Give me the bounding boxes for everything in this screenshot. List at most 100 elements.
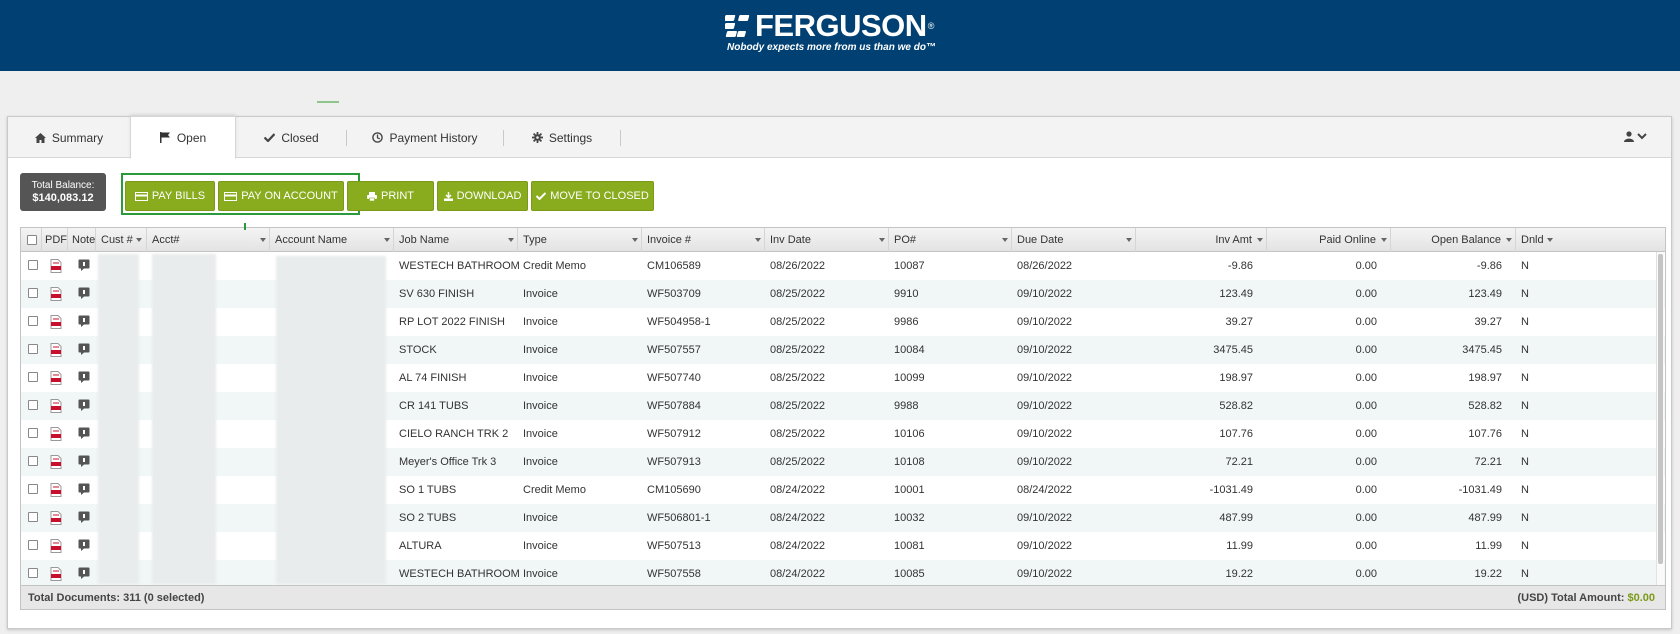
- column-header-inv-date[interactable]: Inv Date: [765, 228, 889, 252]
- user-icon: [1624, 131, 1634, 142]
- pdf-icon[interactable]: [50, 455, 62, 469]
- row-checkbox[interactable]: [28, 316, 38, 326]
- vertical-scrollbar[interactable]: [1656, 252, 1664, 585]
- column-header-account-name[interactable]: Account Name: [270, 228, 394, 252]
- pay-on-account-button[interactable]: PAY ON ACCOUNT: [218, 181, 344, 211]
- note-icon[interactable]: [78, 287, 90, 299]
- note-icon[interactable]: [78, 259, 90, 271]
- row-checkbox[interactable]: [28, 568, 38, 578]
- note-icon[interactable]: [78, 315, 90, 327]
- move-to-closed-button[interactable]: MOVE TO CLOSED: [531, 181, 654, 211]
- cell-paid-online: 0.00: [1355, 540, 1377, 552]
- table-row[interactable]: ALTURA Invoice WF507513 08/24/2022 10081 09/1…: [21, 532, 1665, 560]
- pdf-icon[interactable]: [50, 287, 62, 301]
- table-row[interactable]: SO 2 TUBS Invoice WF506801-1 08/24/2022 1003…: [21, 504, 1665, 532]
- note-icon[interactable]: [78, 343, 90, 355]
- cell-inv-date: 08/26/2022: [770, 260, 826, 272]
- row-checkbox[interactable]: [28, 400, 38, 410]
- note-icon[interactable]: [78, 371, 90, 383]
- cell-po: 10001: [894, 484, 925, 496]
- pdf-icon[interactable]: [50, 371, 62, 385]
- tab-open[interactable]: Open: [130, 116, 236, 159]
- note-icon[interactable]: [78, 455, 90, 467]
- pdf-icon[interactable]: [50, 567, 62, 581]
- table-row[interactable]: CIELO RANCH TRK 2 Invoice WF507912 08/25/20…: [21, 420, 1665, 448]
- row-checkbox[interactable]: [28, 512, 38, 522]
- table-row[interactable]: WESTECH BATHROOM Credit Memo CM106589 08/26…: [21, 252, 1665, 280]
- ferguson-logo[interactable]: FERGUSON ® Nobody expects more from us t…: [725, 10, 955, 53]
- cell-type: Credit Memo: [523, 260, 586, 272]
- note-icon[interactable]: [78, 427, 90, 439]
- user-menu[interactable]: [1624, 131, 1647, 142]
- print-button[interactable]: PRINT: [347, 181, 434, 211]
- pdf-icon[interactable]: [50, 399, 62, 413]
- column-header-dnld[interactable]: Dnld: [1516, 228, 1656, 252]
- pdf-icon[interactable]: [50, 427, 62, 441]
- sort-arrow-icon: [1126, 238, 1132, 242]
- tab-summary[interactable]: Summary: [8, 117, 130, 158]
- column-header-job[interactable]: Job Name: [394, 228, 518, 252]
- note-icon[interactable]: [78, 567, 90, 579]
- table-row[interactable]: WESTECH BATHROOM Invoice WF507558 08/24/202…: [21, 560, 1665, 588]
- table-row[interactable]: STOCK Invoice WF507557 08/25/2022 10084 09/10…: [21, 336, 1665, 364]
- cell-paid-online: 0.00: [1355, 512, 1377, 524]
- row-checkbox[interactable]: [28, 260, 38, 270]
- table-row[interactable]: RP LOT 2022 FINISH Invoice WF504958-1 08/25…: [21, 308, 1665, 336]
- column-header-invoice[interactable]: Invoice #: [642, 228, 765, 252]
- cell-inv-amt: 3475.45: [1213, 344, 1253, 356]
- note-icon[interactable]: [78, 483, 90, 495]
- column-header-due-date[interactable]: Due Date: [1012, 228, 1136, 252]
- select-all-checkbox[interactable]: [27, 235, 37, 245]
- pdf-icon[interactable]: [50, 511, 62, 525]
- pay-bills-button[interactable]: PAY BILLS: [125, 181, 215, 211]
- move-to-closed-label: MOVE TO CLOSED: [550, 190, 649, 202]
- cell-inv-date: 08/25/2022: [770, 456, 826, 468]
- row-checkbox[interactable]: [28, 288, 38, 298]
- row-checkbox[interactable]: [28, 344, 38, 354]
- row-checkbox[interactable]: [28, 484, 38, 494]
- pdf-icon[interactable]: [50, 343, 62, 357]
- row-checkbox[interactable]: [28, 540, 38, 550]
- tab-payment-history[interactable]: Payment History: [347, 117, 503, 158]
- table-row[interactable]: SV 630 FINISH Invoice WF503709 08/25/2022 99…: [21, 280, 1665, 308]
- total-balance-label: Total Balance:: [31, 180, 95, 191]
- table-row[interactable]: AL 74 FINISH Invoice WF507740 08/25/2022 100…: [21, 364, 1665, 392]
- row-checkbox[interactable]: [28, 456, 38, 466]
- download-button[interactable]: DOWNLOAD: [437, 181, 528, 211]
- pdf-icon[interactable]: [50, 483, 62, 497]
- brand-header: FERGUSON ® Nobody expects more from us t…: [0, 0, 1680, 71]
- tab-settings[interactable]: Settings: [504, 117, 620, 158]
- check-icon: [536, 192, 547, 200]
- column-header-pdf[interactable]: PDF: [42, 228, 68, 252]
- cell-due: 09/10/2022: [1017, 400, 1073, 412]
- table-row[interactable]: CR 141 TUBS Invoice WF507884 08/25/2022 9988…: [21, 392, 1665, 420]
- cell-paid-online: 0.00: [1355, 316, 1377, 328]
- note-icon[interactable]: [78, 399, 90, 411]
- column-header-type[interactable]: Type: [518, 228, 642, 252]
- select-all-header: [21, 228, 42, 252]
- pdf-icon[interactable]: [50, 539, 62, 553]
- tab-closed[interactable]: Closed: [237, 117, 346, 158]
- pdf-icon[interactable]: [50, 259, 62, 273]
- cell-type: Invoice: [523, 288, 558, 300]
- column-header-paid-online[interactable]: Paid Online: [1267, 228, 1391, 252]
- table-row[interactable]: Meyer's Office Trk 3 Invoice WF507913 08/25…: [21, 448, 1665, 476]
- pdf-icon[interactable]: [50, 315, 62, 329]
- column-header-acct[interactable]: Acct#: [147, 228, 270, 252]
- sort-arrow-icon: [136, 238, 142, 242]
- column-header-inv-amt[interactable]: Inv Amt: [1136, 228, 1267, 252]
- column-header-account-name-label: Account Name: [275, 234, 348, 246]
- row-checkbox[interactable]: [28, 372, 38, 382]
- column-header-note[interactable]: Note: [68, 228, 96, 252]
- download-label: DOWNLOAD: [456, 190, 522, 202]
- note-icon[interactable]: [78, 511, 90, 523]
- scrollbar-thumb[interactable]: [1658, 254, 1663, 564]
- tab-closed-label: Closed: [281, 130, 319, 145]
- column-header-open-balance[interactable]: Open Balance: [1391, 228, 1516, 252]
- table-row[interactable]: SO 1 TUBS Credit Memo CM105690 08/24/2022 10…: [21, 476, 1665, 504]
- row-checkbox[interactable]: [28, 428, 38, 438]
- cell-due: 08/26/2022: [1017, 260, 1073, 272]
- column-header-cust[interactable]: Cust #: [96, 228, 147, 252]
- column-header-po[interactable]: PO#: [889, 228, 1012, 252]
- note-icon[interactable]: [78, 539, 90, 551]
